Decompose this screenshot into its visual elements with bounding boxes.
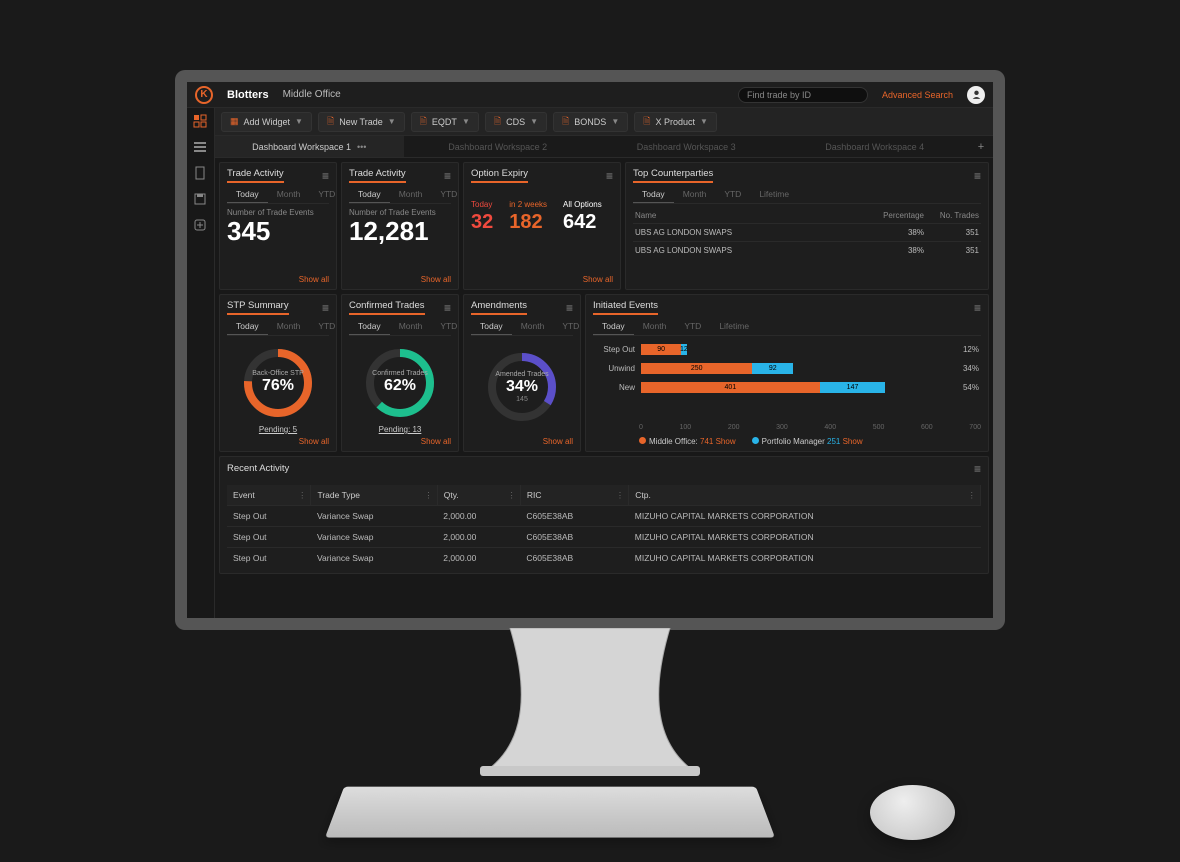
document-icon[interactable] <box>193 166 209 182</box>
card-menu-icon[interactable]: ≡ <box>444 301 451 315</box>
add-tab-button[interactable]: + <box>969 136 993 157</box>
card-stp-summary: STP Summary≡ TodayMonthYTD Back-Office S… <box>219 294 337 452</box>
legend-show-link[interactable]: Show <box>716 437 736 446</box>
caret-down-icon: ▼ <box>295 117 303 126</box>
column-menu-icon[interactable]: ⋮ <box>424 490 433 501</box>
card-menu-icon[interactable]: ≡ <box>974 301 981 315</box>
workspace-tab-4[interactable]: Dashboard Workspace 4 <box>781 136 970 157</box>
keyboard <box>325 787 775 838</box>
tab-today[interactable]: Today <box>227 186 268 203</box>
add-icon[interactable] <box>193 218 209 234</box>
widget-icon: ▦ <box>230 116 239 127</box>
product-icon: 🗎 <box>643 114 650 130</box>
legend-dot-icon <box>752 437 759 444</box>
monitor-stand <box>480 628 700 778</box>
column-header[interactable]: Event⋮ <box>227 485 311 506</box>
card-trade-activity-1: Trade Activity≡ TodayMonthYTD Number of … <box>219 162 337 290</box>
pending-link[interactable]: Pending: 5 <box>227 425 329 434</box>
table-row[interactable]: Step OutVariance Swap2,000.00C605E38ABMI… <box>227 527 981 548</box>
card-menu-icon[interactable]: ≡ <box>444 169 451 183</box>
column-menu-icon[interactable]: ⋮ <box>507 490 516 501</box>
card-menu-icon[interactable]: ≡ <box>322 301 329 315</box>
card-menu-icon[interactable]: ≡ <box>606 169 613 183</box>
legend-show-link[interactable]: Show <box>843 437 863 446</box>
topbar: K Blotters Middle Office Find trade by I… <box>187 82 993 108</box>
card-menu-icon[interactable]: ≡ <box>974 169 981 183</box>
product-icon: 🗎 <box>494 114 501 130</box>
expiry-label: in 2 weeks <box>509 200 547 209</box>
column-menu-icon[interactable]: ⋮ <box>616 490 625 501</box>
column-header[interactable]: Qty.⋮ <box>437 485 520 506</box>
toolbar: ▦Add Widget▼ 🗎New Trade▼ 🗎EQDT▼ 🗎CDS▼ 🗎B… <box>215 108 993 136</box>
monitor-frame: K Blotters Middle Office Find trade by I… <box>175 70 1005 630</box>
bar-row: New40114754% <box>595 382 979 393</box>
card-confirmed-trades: Confirmed Trades≡ TodayMonthYTD Confirme… <box>341 294 459 452</box>
column-header[interactable]: Trade Type⋮ <box>311 485 437 506</box>
column-menu-icon[interactable]: ⋮ <box>298 490 307 501</box>
column-menu-icon[interactable]: ⋮ <box>968 490 977 501</box>
card-menu-icon[interactable]: ≡ <box>974 462 981 476</box>
table-row[interactable]: Step OutVariance Swap2,000.00C605E38ABMI… <box>227 548 981 569</box>
user-avatar-icon[interactable] <box>967 86 985 104</box>
tab-month[interactable]: Month <box>268 186 310 203</box>
expiry-value: 182 <box>509 211 547 234</box>
card-option-expiry: Option Expiry≡ Today32in 2 weeks182All O… <box>463 162 621 290</box>
card-top-counterparties: Top Counterparties≡ TodayMonthYTDLifetim… <box>625 162 989 290</box>
workspace-tab-1[interactable]: Dashboard Workspace 1••• <box>215 136 404 157</box>
card-menu-icon[interactable]: ≡ <box>322 169 329 183</box>
add-widget-button[interactable]: ▦Add Widget▼ <box>221 112 312 132</box>
show-all-link[interactable]: Show all <box>227 272 329 284</box>
sidebar <box>187 108 215 618</box>
workspace-tab-3[interactable]: Dashboard Workspace 3 <box>592 136 781 157</box>
product-icon: 🗎 <box>562 114 569 130</box>
app-title: Blotters <box>227 89 269 101</box>
initiated-bar-chart: Step Out901212% Unwind2509234% New40114754… <box>593 340 981 424</box>
column-header[interactable]: RIC⋮ <box>520 485 628 506</box>
list-icon[interactable] <box>193 140 209 156</box>
tab-ytd[interactable]: YTD <box>309 186 344 203</box>
table-row[interactable]: UBS AG LONDON SWAPS38%351 <box>633 241 981 259</box>
card-menu-icon[interactable]: ≡ <box>566 301 573 315</box>
more-icon[interactable]: ••• <box>357 142 366 152</box>
legend-dot-icon <box>639 437 646 444</box>
card-title: Trade Activity <box>227 168 284 183</box>
dashboard-icon[interactable] <box>193 114 209 130</box>
product-bonds-button[interactable]: 🗎BONDS▼ <box>553 112 628 132</box>
recent-activity-table: Event⋮Trade Type⋮Qty.⋮RIC⋮Ctp.⋮ Step Out… <box>227 485 981 568</box>
workspace-tabs: Dashboard Workspace 1••• Dashboard Works… <box>215 136 993 158</box>
app-screen: K Blotters Middle Office Find trade by I… <box>187 82 993 618</box>
search-input[interactable]: Find trade by ID <box>738 87 868 103</box>
product-eqdt-button[interactable]: 🗎EQDT▼ <box>411 112 479 132</box>
table-row[interactable]: Step OutVariance Swap2,000.00C605E38ABMI… <box>227 506 981 527</box>
expiry-label: All Options <box>563 200 602 209</box>
save-icon[interactable] <box>193 192 209 208</box>
card-amendments: Amendments≡ TodayMonthYTD Amended Trades… <box>463 294 581 452</box>
expiry-value: 32 <box>471 211 493 234</box>
metric-value: 345 <box>227 217 329 246</box>
mouse <box>870 785 955 840</box>
new-icon: 🗎 <box>327 114 334 130</box>
table-row[interactable]: UBS AG LONDON SWAPS38%351 <box>633 223 981 241</box>
app-logo-icon: K <box>195 86 213 104</box>
expiry-value: 642 <box>563 211 602 234</box>
advanced-search-link[interactable]: Advanced Search <box>882 90 953 100</box>
new-trade-button[interactable]: 🗎New Trade▼ <box>318 112 405 132</box>
card-trade-activity-2: Trade Activity≡ TodayMonthYTD Number of … <box>341 162 459 290</box>
expiry-label: Today <box>471 200 493 209</box>
product-icon: 🗎 <box>420 114 427 130</box>
caret-down-icon: ▼ <box>388 117 396 126</box>
app-subtitle: Middle Office <box>283 89 341 100</box>
card-title: Trade Activity <box>349 168 406 183</box>
workspace-tab-2[interactable]: Dashboard Workspace 2 <box>404 136 593 157</box>
product-x-button[interactable]: 🗎X Product▼ <box>634 112 717 132</box>
column-header[interactable]: Ctp.⋮ <box>629 485 981 506</box>
bar-row: Unwind2509234% <box>595 363 979 374</box>
bar-row: Step Out901212% <box>595 344 979 355</box>
card-recent-activity: Recent Activity≡ Event⋮Trade Type⋮Qty.⋮R… <box>219 456 989 574</box>
product-cds-button[interactable]: 🗎CDS▼ <box>485 112 547 132</box>
pending-link[interactable]: Pending: 13 <box>349 425 451 434</box>
card-initiated-events: Initiated Events≡ TodayMonthYTDLifetime … <box>585 294 989 452</box>
